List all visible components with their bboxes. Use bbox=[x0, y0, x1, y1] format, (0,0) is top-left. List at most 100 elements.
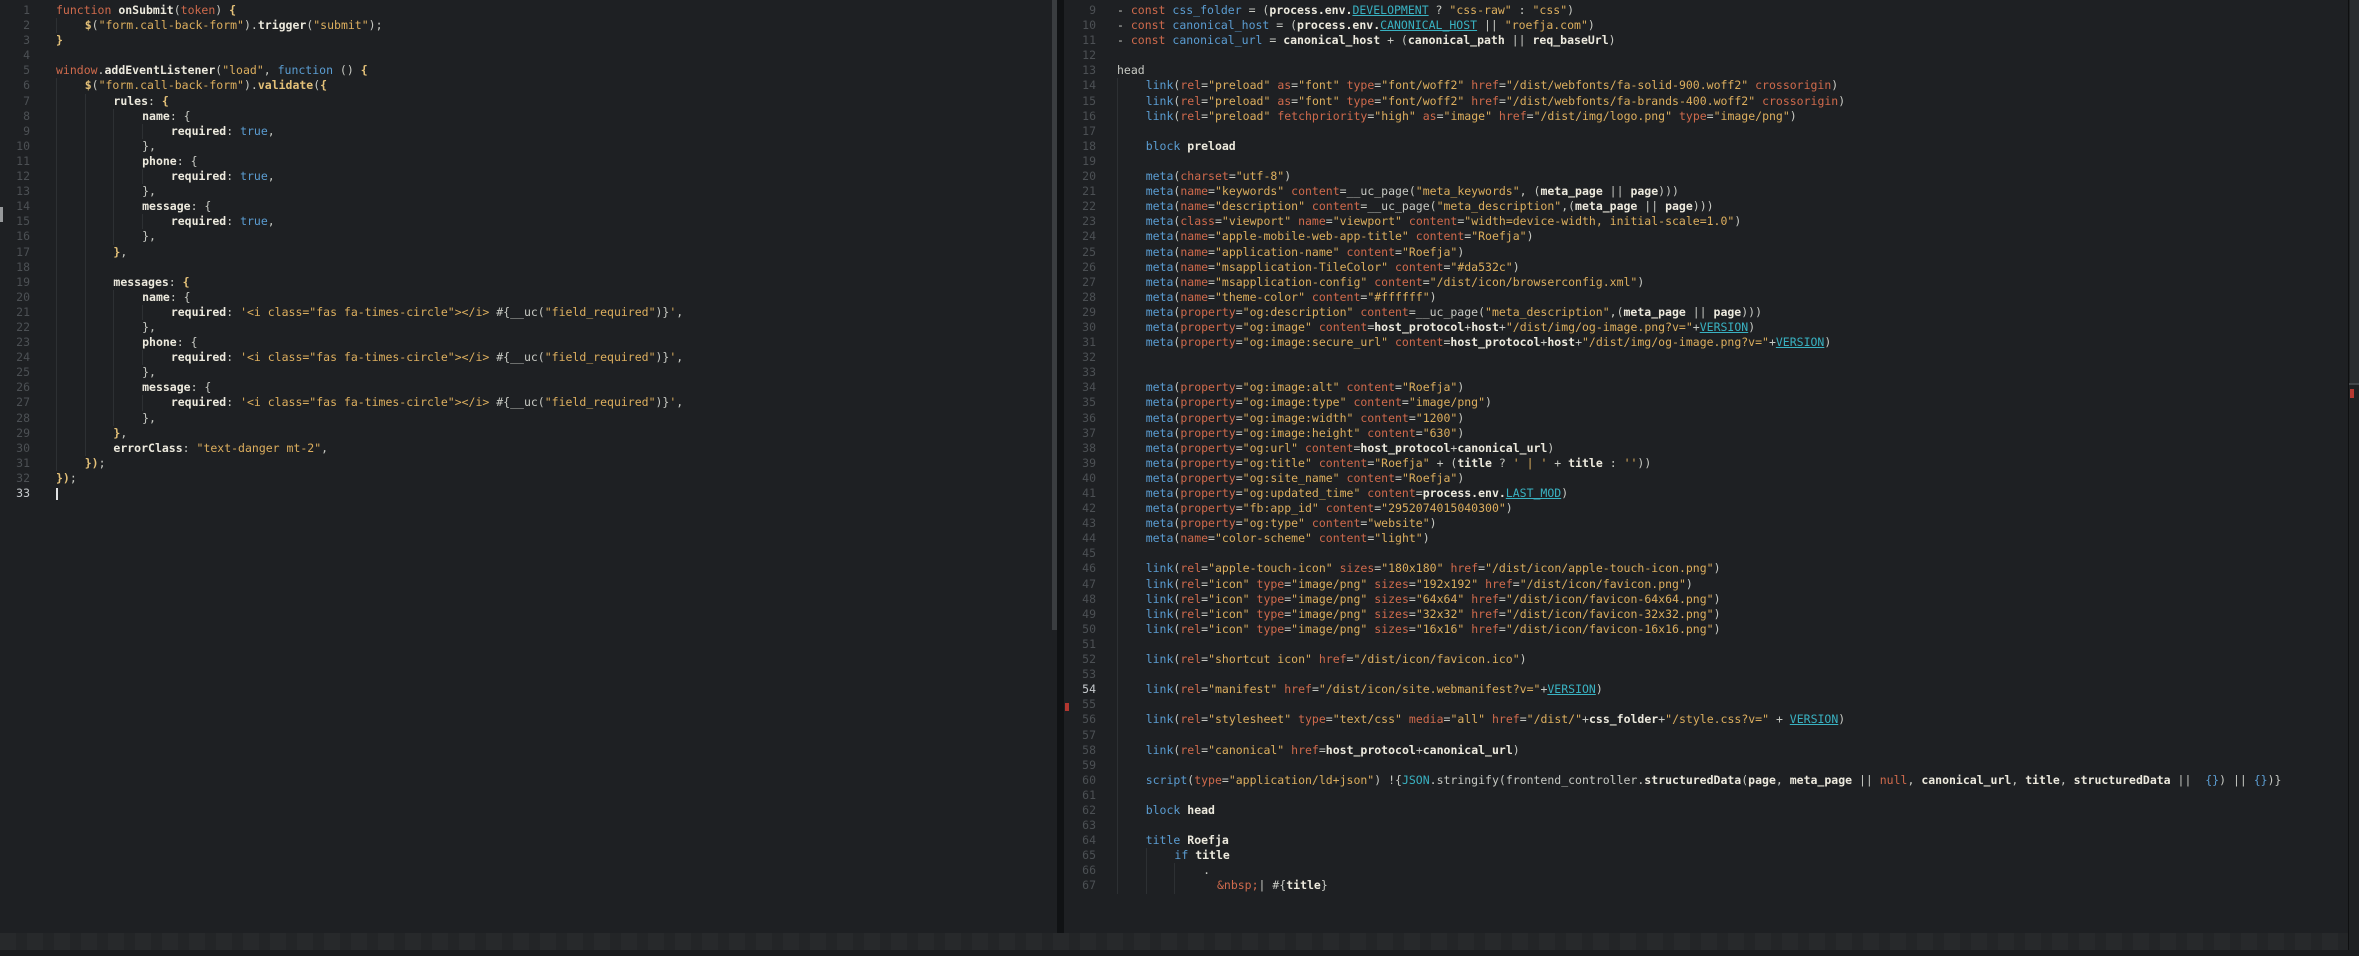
line-number[interactable]: 20 bbox=[1064, 169, 1096, 184]
line-number[interactable]: 6 bbox=[0, 78, 30, 93]
line-number[interactable]: 60 bbox=[1064, 773, 1096, 788]
right-scrollbar-thumb[interactable] bbox=[2350, 0, 2359, 383]
line-number[interactable]: 64 bbox=[1064, 833, 1096, 848]
code-line[interactable]: 38 meta(property="og:url" content=host_p… bbox=[1064, 441, 2348, 456]
code-line[interactable]: 19 bbox=[1064, 154, 2348, 169]
code-line[interactable]: 26 message: { bbox=[0, 380, 1053, 395]
line-number[interactable]: 31 bbox=[0, 456, 30, 471]
line-number[interactable]: 38 bbox=[1064, 441, 1096, 456]
line-number[interactable]: 57 bbox=[1064, 728, 1096, 743]
pane-divider[interactable] bbox=[1057, 0, 1064, 956]
code-line[interactable]: 32}); bbox=[0, 471, 1053, 486]
line-number[interactable]: 1 bbox=[0, 3, 30, 18]
code-line[interactable]: 11- const canonical_url = canonical_host… bbox=[1064, 33, 2348, 48]
code-line[interactable]: 59 bbox=[1064, 758, 2348, 773]
code-line[interactable]: 14 link(rel="preload" as="font" type="fo… bbox=[1064, 78, 2348, 93]
line-number[interactable]: 25 bbox=[0, 365, 30, 380]
line-number[interactable]: 7 bbox=[0, 94, 30, 109]
code-line[interactable]: 15 link(rel="preload" as="font" type="fo… bbox=[1064, 94, 2348, 109]
line-number[interactable]: 13 bbox=[0, 184, 30, 199]
line-number[interactable]: 12 bbox=[1064, 48, 1096, 63]
line-number[interactable]: 21 bbox=[0, 305, 30, 320]
code-line[interactable]: 65 if title bbox=[1064, 848, 2348, 863]
line-number[interactable]: 52 bbox=[1064, 652, 1096, 667]
line-number[interactable]: 30 bbox=[0, 441, 30, 456]
line-number[interactable]: 25 bbox=[1064, 245, 1096, 260]
code-line[interactable]: 23 phone: { bbox=[0, 335, 1053, 350]
line-number[interactable]: 15 bbox=[0, 214, 30, 229]
code-line[interactable]: 55 bbox=[1064, 697, 2348, 712]
code-line[interactable]: 10- const canonical_host = (process.env.… bbox=[1064, 18, 2348, 33]
code-line[interactable]: 40 meta(property="og:site_name" content=… bbox=[1064, 471, 2348, 486]
line-number[interactable]: 35 bbox=[1064, 395, 1096, 410]
line-number[interactable]: 4 bbox=[0, 48, 30, 63]
line-number[interactable]: 28 bbox=[0, 411, 30, 426]
line-number[interactable]: 9 bbox=[0, 124, 30, 139]
line-number[interactable]: 43 bbox=[1064, 516, 1096, 531]
line-number[interactable]: 10 bbox=[0, 139, 30, 154]
code-line[interactable]: 22 meta(name="description" content=__uc_… bbox=[1064, 199, 2348, 214]
code-line[interactable]: 18 bbox=[0, 260, 1053, 275]
code-line[interactable]: 58 link(rel="canonical" href=host_protoc… bbox=[1064, 743, 2348, 758]
line-number[interactable]: 62 bbox=[1064, 803, 1096, 818]
code-line[interactable]: 56 link(rel="stylesheet" type="text/css"… bbox=[1064, 712, 2348, 727]
code-line[interactable]: 6 $("form.call-back-form").validate({ bbox=[0, 78, 1053, 93]
line-number[interactable]: 22 bbox=[1064, 199, 1096, 214]
line-number[interactable]: 23 bbox=[0, 335, 30, 350]
line-number[interactable]: 10 bbox=[1064, 18, 1096, 33]
code-line[interactable]: 10 }, bbox=[0, 139, 1053, 154]
line-number[interactable]: 11 bbox=[1064, 33, 1096, 48]
line-number[interactable]: 39 bbox=[1064, 456, 1096, 471]
line-number[interactable]: 26 bbox=[0, 380, 30, 395]
line-number[interactable]: 13 bbox=[1064, 63, 1096, 78]
code-line[interactable]: 20 meta(charset="utf-8") bbox=[1064, 169, 2348, 184]
line-number[interactable]: 40 bbox=[1064, 471, 1096, 486]
line-number[interactable]: 37 bbox=[1064, 426, 1096, 441]
line-number[interactable]: 65 bbox=[1064, 848, 1096, 863]
line-number[interactable]: 17 bbox=[0, 245, 30, 260]
line-number[interactable]: 33 bbox=[0, 486, 30, 501]
left-editor-pane[interactable]: 1function onSubmit(token) {2 $("form.cal… bbox=[0, 0, 1053, 956]
code-line[interactable]: 9- const css_folder = (process.env.DEVEL… bbox=[1064, 3, 2348, 18]
code-line[interactable]: 54 link(rel="manifest" href="/dist/icon/… bbox=[1064, 682, 2348, 697]
code-line[interactable]: 22 }, bbox=[0, 320, 1053, 335]
code-line[interactable]: 3} bbox=[0, 33, 1053, 48]
code-line[interactable]: 33 bbox=[1064, 365, 2348, 380]
line-number[interactable]: 32 bbox=[0, 471, 30, 486]
code-line[interactable]: 24 meta(name="apple-mobile-web-app-title… bbox=[1064, 229, 2348, 244]
line-number[interactable]: 19 bbox=[1064, 154, 1096, 169]
line-number[interactable]: 51 bbox=[1064, 637, 1096, 652]
code-line[interactable]: 57 bbox=[1064, 728, 2348, 743]
line-number[interactable]: 20 bbox=[0, 290, 30, 305]
code-line[interactable]: 60 script(type="application/ld+json") !{… bbox=[1064, 773, 2348, 788]
code-line[interactable]: 5window.addEventListener("load", functio… bbox=[0, 63, 1053, 78]
line-number[interactable]: 15 bbox=[1064, 94, 1096, 109]
right-editor-pane[interactable]: 9- const css_folder = (process.env.DEVEL… bbox=[1064, 0, 2348, 956]
code-line[interactable]: 11 phone: { bbox=[0, 154, 1053, 169]
code-line[interactable]: 41 meta(property="og:updated_time" conte… bbox=[1064, 486, 2348, 501]
line-number[interactable]: 34 bbox=[1064, 380, 1096, 395]
line-number[interactable]: 23 bbox=[1064, 214, 1096, 229]
code-line[interactable]: 21 meta(name="keywords" content=__uc_pag… bbox=[1064, 184, 2348, 199]
code-line[interactable]: 29 meta(property="og:description" conten… bbox=[1064, 305, 2348, 320]
code-line[interactable]: 27 meta(name="msapplication-config" cont… bbox=[1064, 275, 2348, 290]
code-line[interactable]: 1function onSubmit(token) { bbox=[0, 3, 1053, 18]
code-line[interactable]: 16 }, bbox=[0, 229, 1053, 244]
line-number[interactable]: 3 bbox=[0, 33, 30, 48]
line-number[interactable]: 18 bbox=[1064, 139, 1096, 154]
line-number[interactable]: 44 bbox=[1064, 531, 1096, 546]
code-line[interactable]: 13head bbox=[1064, 63, 2348, 78]
line-number[interactable]: 17 bbox=[1064, 124, 1096, 139]
line-number[interactable]: 46 bbox=[1064, 561, 1096, 576]
code-line[interactable]: 30 errorClass: "text-danger mt-2", bbox=[0, 441, 1053, 456]
code-line[interactable]: 49 link(rel="icon" type="image/png" size… bbox=[1064, 607, 2348, 622]
line-number[interactable]: 22 bbox=[0, 320, 30, 335]
code-line[interactable]: 51 bbox=[1064, 637, 2348, 652]
code-line[interactable]: 15 required: true, bbox=[0, 214, 1053, 229]
line-number[interactable]: 24 bbox=[1064, 229, 1096, 244]
code-line[interactable]: 4 bbox=[0, 48, 1053, 63]
line-number[interactable]: 58 bbox=[1064, 743, 1096, 758]
line-number[interactable]: 14 bbox=[0, 199, 30, 214]
code-line[interactable]: 46 link(rel="apple-touch-icon" sizes="18… bbox=[1064, 561, 2348, 576]
line-number[interactable]: 24 bbox=[0, 350, 30, 365]
